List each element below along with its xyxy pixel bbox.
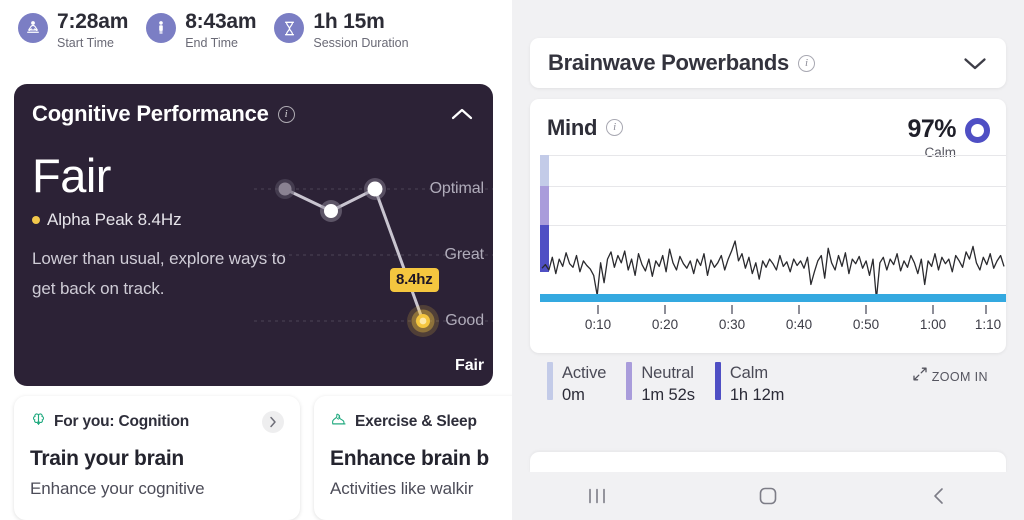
legend-value: 0m [562, 386, 585, 404]
legend-item-neutral: Neutral 1m 52s [626, 362, 695, 406]
legend-swatch-active [547, 362, 553, 400]
recommendation-card-exercise-sleep[interactable]: Exercise & Sleep Enhance brain b Activit… [314, 396, 512, 520]
cognitive-performance-card[interactable]: Cognitive Performance i Fair Alpha Peak … [14, 84, 493, 386]
brain-icon [30, 411, 47, 433]
chart-legend: Active 0m Neutral 1m 52s Calm 1h 12m ZOO… [530, 362, 1006, 410]
recommendation-title: Enhance brain b [330, 447, 489, 470]
legend-swatch-calm [714, 362, 721, 400]
zone-label-fair: Fair [455, 357, 484, 374]
x-axis-label: 0:10 [584, 317, 612, 332]
recommendation-card-cognition[interactable]: For you: Cognition Train your brain Enha… [14, 396, 300, 520]
x-tick [731, 305, 733, 314]
expand-arrows-icon [913, 367, 927, 386]
x-axis-label: 1:10 [974, 317, 1002, 332]
cognitive-performance-header[interactable]: Cognitive Performance i [14, 84, 493, 144]
legend-value: 1m 52s [641, 386, 695, 404]
x-axis-label: 0:40 [785, 317, 813, 332]
x-tick [597, 305, 599, 314]
left-pane: 7:28am Start Time 8:43am End Time 1h 15m… [0, 0, 512, 520]
recommendation-subtitle: Activities like walkir [330, 479, 474, 498]
legend-name: Active [562, 364, 607, 382]
recommendation-header: For you: Cognition [30, 410, 284, 434]
mind-ring-indicator [965, 118, 990, 143]
eeg-chart[interactable]: 0:10 0:20 0:30 0:40 0:50 1:00 1:10 [530, 153, 1006, 353]
mind-percent: 97% [907, 115, 956, 143]
calm-duration-band [540, 294, 1006, 302]
page-title: Cognitive Performance [32, 101, 269, 126]
x-tick [932, 305, 934, 314]
zoom-in-button[interactable]: ZOOM IN [913, 367, 988, 386]
x-axis-label: 0:20 [651, 317, 679, 332]
info-icon[interactable]: i [277, 105, 295, 123]
eeg-waveform [541, 240, 1005, 300]
stat-label: End Time [185, 36, 238, 50]
stat-session-duration: 1h 15m Session Duration [274, 10, 409, 51]
status-badge: 8.4hz [390, 268, 439, 292]
zone-label-optimal: Optimal [429, 180, 485, 197]
legend-item-active: Active 0m [547, 362, 606, 406]
zoom-in-label: ZOOM IN [931, 369, 988, 384]
legend-value: 1h 12m [729, 386, 785, 404]
person-standing-icon [146, 13, 177, 43]
brainwave-powerbands-accordion[interactable]: Brainwave Powerbands i [530, 38, 1006, 88]
alpha-peak-dot-icon [32, 216, 40, 224]
stat-start-time: 7:28am Start Time [18, 10, 128, 51]
right-pane: Brainwave Powerbands i Mind i 97% Calm 0… [512, 0, 1024, 520]
x-axis-label: 0:50 [852, 317, 880, 332]
stat-value: 8:43am [185, 10, 257, 33]
chevron-down-icon[interactable] [962, 50, 988, 76]
recents-icon[interactable] [560, 474, 634, 518]
recommendation-category: Exercise & Sleep [355, 413, 477, 430]
home-icon[interactable] [731, 474, 805, 518]
chevron-up-icon[interactable] [449, 101, 475, 127]
legend-name: Neutral [641, 364, 694, 382]
recommendation-subtitle: Enhance your cognitive [30, 479, 205, 498]
x-tick [985, 305, 987, 314]
legend-swatch-neutral [626, 362, 633, 400]
zone-label-good: Good [445, 312, 484, 329]
recommendation-title: Train your brain [30, 447, 184, 470]
stat-value: 1h 15m [313, 10, 385, 33]
x-axis-label: 0:30 [718, 317, 746, 332]
info-icon[interactable]: i [606, 119, 624, 136]
cognitive-trend-chart: Optimal Great Good Fair 8.4hz [254, 148, 493, 386]
meditation-icon [18, 13, 48, 43]
stat-end-time: 8:43am End Time [146, 10, 257, 51]
legend-item-calm: Calm 1h 12m [714, 362, 785, 406]
x-axis-label: 1:00 [919, 317, 947, 332]
recommendation-header: Exercise & Sleep [330, 410, 512, 434]
recommendation-category: For you: Cognition [54, 413, 190, 430]
hourglass-icon [274, 13, 305, 43]
chevron-right-icon[interactable] [262, 411, 284, 433]
app-screen: 7:28am Start Time 8:43am End Time 1h 15m… [0, 0, 1024, 520]
section-title: Brainwave Powerbands [548, 50, 789, 75]
info-icon[interactable]: i [797, 54, 815, 72]
stat-label: Start Time [57, 36, 114, 50]
mind-card-header: Mind i 97% Calm [530, 99, 1006, 160]
stat-label: Session Duration [313, 36, 409, 50]
stat-value: 7:28am [57, 10, 129, 33]
mind-title: Mind [547, 115, 598, 140]
sneaker-icon [330, 411, 348, 433]
android-nav-bar [512, 472, 1024, 520]
legend-name: Calm [729, 364, 768, 382]
session-summary-strip: 7:28am Start Time 8:43am End Time 1h 15m… [0, 0, 512, 78]
back-icon[interactable] [902, 474, 976, 518]
next-card-peek[interactable] [530, 452, 1006, 474]
x-tick [865, 305, 867, 314]
zone-label-great: Great [444, 246, 484, 263]
mind-card: Mind i 97% Calm 0:10 0:20 0:30 0:40 0:50… [530, 99, 1006, 353]
alpha-peak-label: Alpha Peak 8.4Hz [47, 210, 182, 229]
x-tick [798, 305, 800, 314]
x-tick [664, 305, 666, 314]
